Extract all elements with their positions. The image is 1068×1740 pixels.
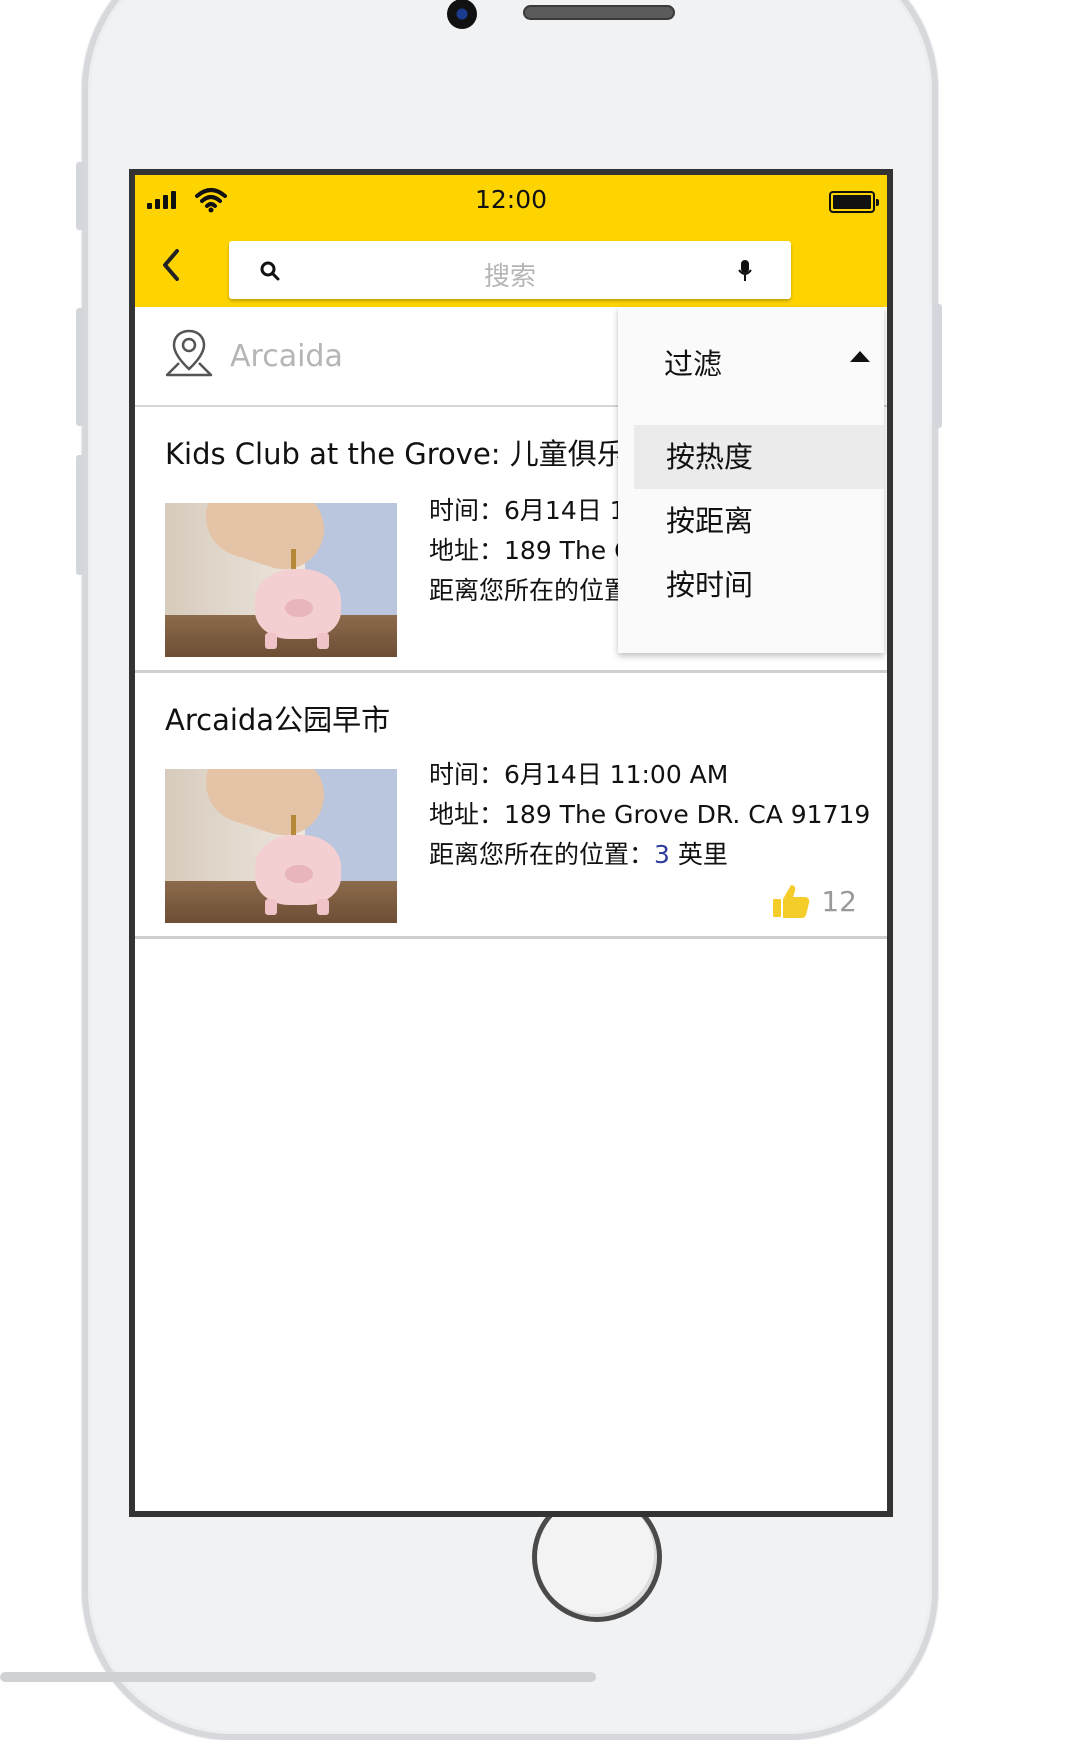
scrollbar[interactable] <box>0 1672 596 1682</box>
search-input[interactable]: 搜索 <box>229 256 791 293</box>
battery-icon <box>829 191 879 213</box>
location-text: Arcaida <box>230 339 343 374</box>
event-title[interactable]: Arcaida公园早市 <box>165 697 390 739</box>
like-button[interactable]: 12 <box>771 881 857 921</box>
address-value: 189 The Grove DR. CA 91719 <box>504 800 871 829</box>
filter-title: 过滤 <box>664 347 723 381</box>
search-bar[interactable]: 搜索 <box>229 241 791 299</box>
event-thumbnail <box>165 503 397 657</box>
earpiece-speaker <box>523 5 675 20</box>
event-distance: 距离您所在的位置：3 英里 <box>429 835 728 871</box>
address-label: 地址： <box>429 800 505 829</box>
app-header: 搜索 <box>135 227 887 307</box>
filter-option-distance[interactable]: 按距离 <box>634 489 884 553</box>
time-value: 6月14日 11:00 AM <box>504 760 729 789</box>
mute-switch <box>76 162 84 230</box>
distance-unit: 英里 <box>669 840 728 869</box>
status-bar: 12:00 <box>135 175 887 227</box>
location-pin-icon <box>165 329 213 377</box>
power-button <box>934 304 942 428</box>
filter-toggle[interactable]: 过滤 <box>618 307 884 407</box>
distance-label: 距离您所在的位置： <box>429 840 655 869</box>
volume-down-button <box>76 455 84 575</box>
like-count: 12 <box>821 884 857 918</box>
back-arrow-icon[interactable] <box>155 243 189 287</box>
time-label: 时间： <box>429 496 505 525</box>
volume-up-button <box>76 308 84 426</box>
filter-dropdown: 过滤 按热度 按距离 按时间 <box>618 307 884 653</box>
event-time: 时间：6月14日 11:00 AM <box>429 755 728 791</box>
caret-up-icon <box>850 351 870 362</box>
microphone-icon[interactable] <box>737 259 753 283</box>
phone-screen: 12:00 搜索 Arcaida Kids Club at the Grove:… <box>129 169 893 1517</box>
filter-option-popularity[interactable]: 按热度 <box>634 425 884 489</box>
time-label: 时间： <box>429 760 505 789</box>
distance-value: 3 <box>654 840 670 869</box>
filter-option-time[interactable]: 按时间 <box>634 553 884 617</box>
front-camera <box>447 0 477 29</box>
thumbs-up-icon <box>773 885 810 918</box>
address-label: 地址： <box>429 536 505 565</box>
event-card[interactable]: Arcaida公园早市 时间：6月14日 11:00 AM 地址：189 The… <box>135 675 887 939</box>
event-title[interactable]: Kids Club at the Grove: 儿童俱乐部 <box>165 431 655 473</box>
event-address: 地址：189 The Grove DR. CA 91719 <box>429 795 870 831</box>
status-time: 12:00 <box>474 185 548 214</box>
event-thumbnail <box>165 769 397 923</box>
